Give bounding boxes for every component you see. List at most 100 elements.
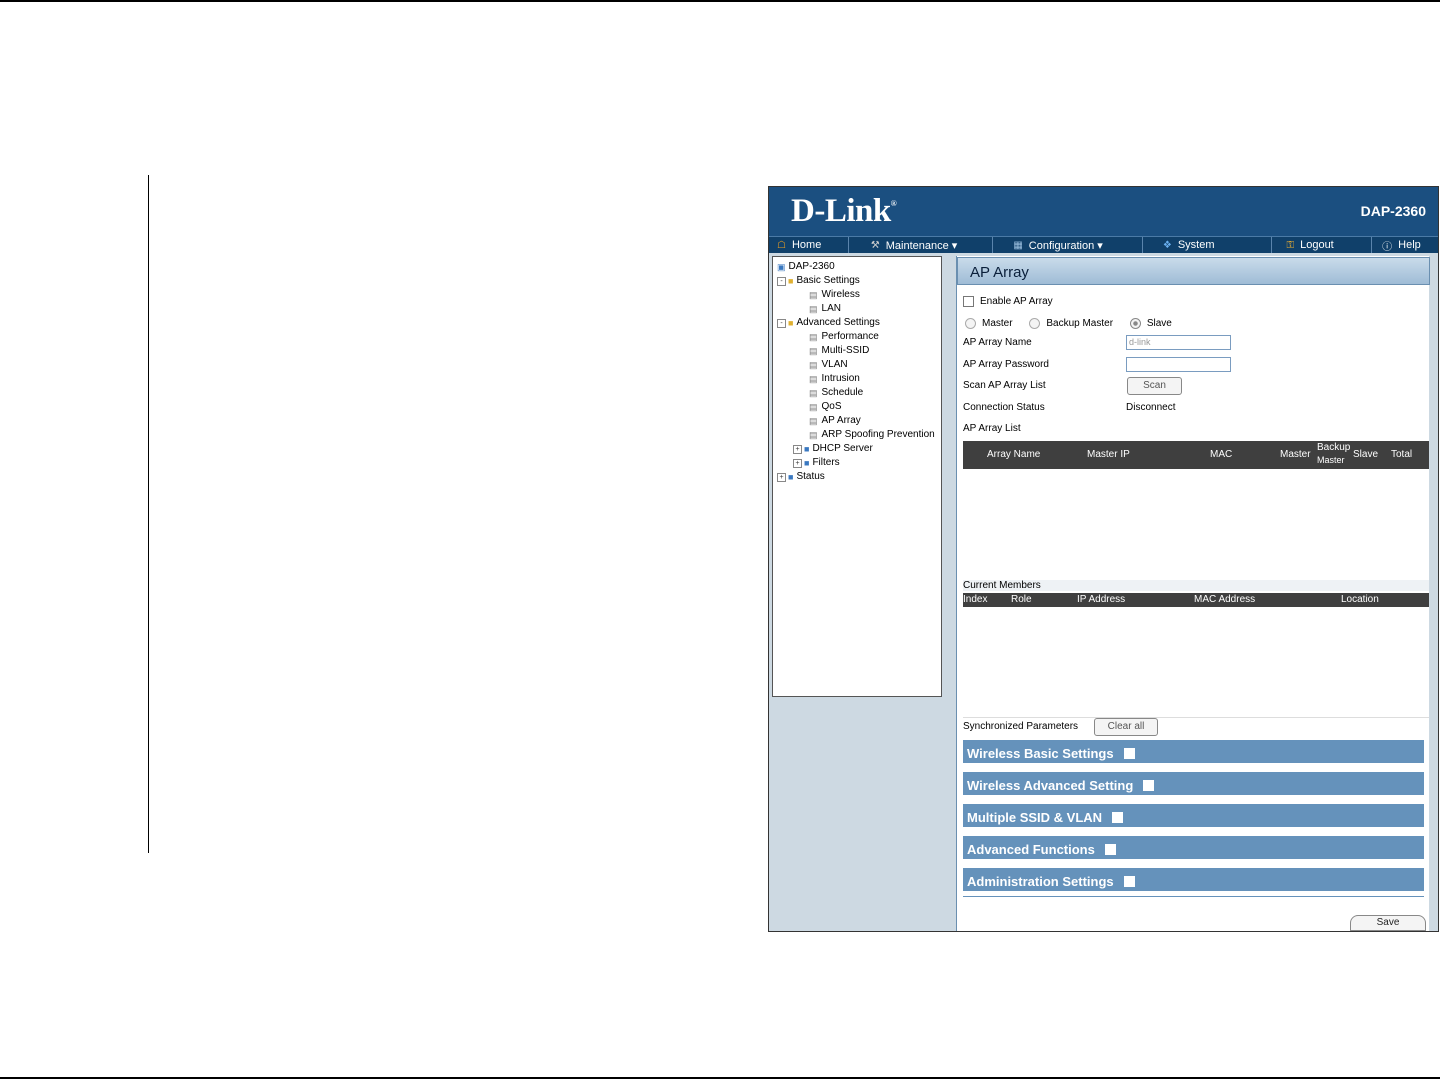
section-advanced-functions: Advanced Functions <box>963 836 1424 863</box>
tree-item-multi-ssid[interactable]: ▤ Multi-SSID <box>773 344 941 358</box>
page-title-bar: AP Array <box>957 257 1430 285</box>
current-members-body <box>963 607 1429 718</box>
collapse-icon[interactable]: - <box>777 276 786 286</box>
tree-item-advanced-settings[interactable]: - ■ Advanced Settings <box>773 316 941 330</box>
folder-icon: ■ <box>788 472 794 482</box>
col-array-name: Array Name <box>987 449 1041 460</box>
expand-icon[interactable]: + <box>793 458 802 468</box>
tree-item-lan[interactable]: ▤ LAN <box>773 302 941 316</box>
ap-array-list-label: AP Array List <box>963 423 1021 434</box>
synchronized-parameters-label: Synchronized Parameters <box>963 721 1079 732</box>
col-master: Master <box>1280 449 1311 460</box>
tree-item-wireless[interactable]: ▤ Wireless <box>773 288 941 302</box>
multiple-ssid-vlan-checkbox[interactable] <box>1112 812 1124 823</box>
section-wireless-advanced-setting: Wireless Advanced Setting <box>963 772 1424 799</box>
page-icon: ▤ <box>809 402 818 412</box>
header-banner: D-Link® DAP-2360 <box>769 187 1438 236</box>
col-index: Index <box>963 594 988 605</box>
tree-item-arp-spoofing[interactable]: ▤ ARP Spoofing Prevention <box>773 428 941 442</box>
router-ui-screenshot: D-Link® DAP-2360 ☖ Home ⚒ Maintenance ▾ … <box>768 186 1439 932</box>
tree-item-dhcp-server[interactable]: + ■ DHCP Server <box>773 442 941 456</box>
network-icon: ▣ <box>777 262 786 272</box>
col-total: Total <box>1391 449 1413 460</box>
menu-home[interactable]: ☖ Home <box>769 237 849 253</box>
folder-icon: ■ <box>788 276 794 286</box>
key-icon: ⚿ <box>1286 239 1295 251</box>
system-icon: ❖ <box>1162 239 1172 251</box>
col-role: Role <box>1011 594 1032 605</box>
role-radio-group: Master Backup Master Slave <box>963 318 1172 329</box>
tree-item-root[interactable]: ▣ DAP-2360 <box>773 260 941 274</box>
tools-icon: ⚒ <box>870 239 880 251</box>
page-icon: ▤ <box>809 290 818 300</box>
connection-status-label: Connection Status <box>963 402 1045 413</box>
content-panel: AP Array Enable AP Array Master Backup M… <box>956 256 1430 931</box>
col-location: Location <box>1341 594 1379 605</box>
scan-list-label: Scan AP Array List <box>963 380 1046 391</box>
page-top-rule <box>0 0 1440 2</box>
home-icon: ☖ <box>777 239 786 251</box>
col-slave: Slave <box>1353 449 1379 460</box>
col-ip-address: IP Address <box>1077 594 1126 605</box>
backup-master-radio[interactable] <box>1029 318 1041 329</box>
col-mac: MAC <box>1210 449 1233 460</box>
wireless-basic-settings-checkbox[interactable] <box>1123 748 1135 759</box>
enable-ap-array-checkbox[interactable] <box>963 296 974 307</box>
page-icon: ▤ <box>809 416 818 426</box>
advanced-functions-checkbox[interactable] <box>1104 844 1116 855</box>
tree-item-basic-settings[interactable]: - ■ Basic Settings <box>773 274 941 288</box>
page-icon: ▤ <box>809 332 818 342</box>
enable-ap-array-row: Enable AP Array <box>963 296 1053 307</box>
margin-line <box>148 175 149 853</box>
connection-status-value: Disconnect <box>1126 402 1176 413</box>
folder-icon: ■ <box>788 318 794 328</box>
save-button[interactable]: Save <box>1350 915 1426 931</box>
collapse-icon[interactable]: - <box>777 318 786 328</box>
section-multiple-ssid-vlan: Multiple SSID & VLAN <box>963 804 1424 831</box>
sections-bottom-rule <box>963 896 1424 897</box>
tree-item-status[interactable]: + ■ Status <box>773 470 941 484</box>
top-menu-bar: ☖ Home ⚒ Maintenance ▾ ▦ Configuration ▾… <box>769 236 1438 253</box>
current-members-label: Current Members <box>963 580 1429 591</box>
menu-system[interactable]: ❖ System <box>1143 237 1273 253</box>
scan-button[interactable]: Scan <box>1127 377 1182 395</box>
ap-array-password-label: AP Array Password <box>963 359 1049 370</box>
slave-radio[interactable] <box>1129 318 1141 329</box>
col-backup-master-line2: Master <box>1317 455 1345 465</box>
page-icon: ▤ <box>809 360 818 370</box>
page-icon: ▤ <box>809 346 818 356</box>
tree-item-qos[interactable]: ▤ QoS <box>773 400 941 414</box>
tree-item-ap-array[interactable]: ▤ AP Array <box>773 414 941 428</box>
page-icon: ▤ <box>809 430 818 440</box>
tree-item-intrusion[interactable]: ▤ Intrusion <box>773 372 941 386</box>
ap-array-name-input[interactable]: d-link <box>1126 335 1231 350</box>
ap-array-list-body <box>963 469 1429 579</box>
master-radio[interactable] <box>965 318 976 329</box>
folder-icon: ■ <box>804 458 810 468</box>
clear-all-button[interactable]: Clear all <box>1094 718 1158 736</box>
menu-logout[interactable]: ⚿ Logout <box>1272 237 1373 253</box>
brand-logo: D-Link® <box>791 193 897 229</box>
section-administration-settings: Administration Settings <box>963 868 1424 895</box>
page-bottom-rule <box>0 1077 1440 1079</box>
menu-configuration[interactable]: ▦ Configuration ▾ <box>993 237 1143 253</box>
menu-maintenance[interactable]: ⚒ Maintenance ▾ <box>849 237 994 253</box>
section-wireless-basic-settings: Wireless Basic Settings <box>963 740 1424 767</box>
tree-item-filters[interactable]: + ■ Filters <box>773 456 941 470</box>
page-icon: ▤ <box>809 304 818 314</box>
ap-array-password-input[interactable] <box>1126 357 1231 372</box>
tree-item-performance[interactable]: ▤ Performance <box>773 330 941 344</box>
page-icon: ▤ <box>809 374 818 384</box>
administration-settings-checkbox[interactable] <box>1123 876 1135 887</box>
page-icon: ▤ <box>809 388 818 398</box>
col-backup-master-line1: Backup <box>1317 442 1351 453</box>
navigation-tree: ▣ DAP-2360 - ■ Basic Settings ▤ Wireless ▤ LA… <box>772 256 942 697</box>
tree-item-vlan[interactable]: ▤ VLAN <box>773 358 941 372</box>
wireless-advanced-setting-checkbox[interactable] <box>1143 780 1155 791</box>
current-members-header: Index Role IP Address MAC Address Locati… <box>963 593 1429 607</box>
ap-array-list-header: Array Name Master IP MAC Master Backup M… <box>963 441 1429 469</box>
expand-icon[interactable]: + <box>777 472 786 482</box>
tree-item-schedule[interactable]: ▤ Schedule <box>773 386 941 400</box>
menu-help[interactable]: ⓘ Help <box>1372 237 1438 253</box>
expand-icon[interactable]: + <box>793 444 802 454</box>
